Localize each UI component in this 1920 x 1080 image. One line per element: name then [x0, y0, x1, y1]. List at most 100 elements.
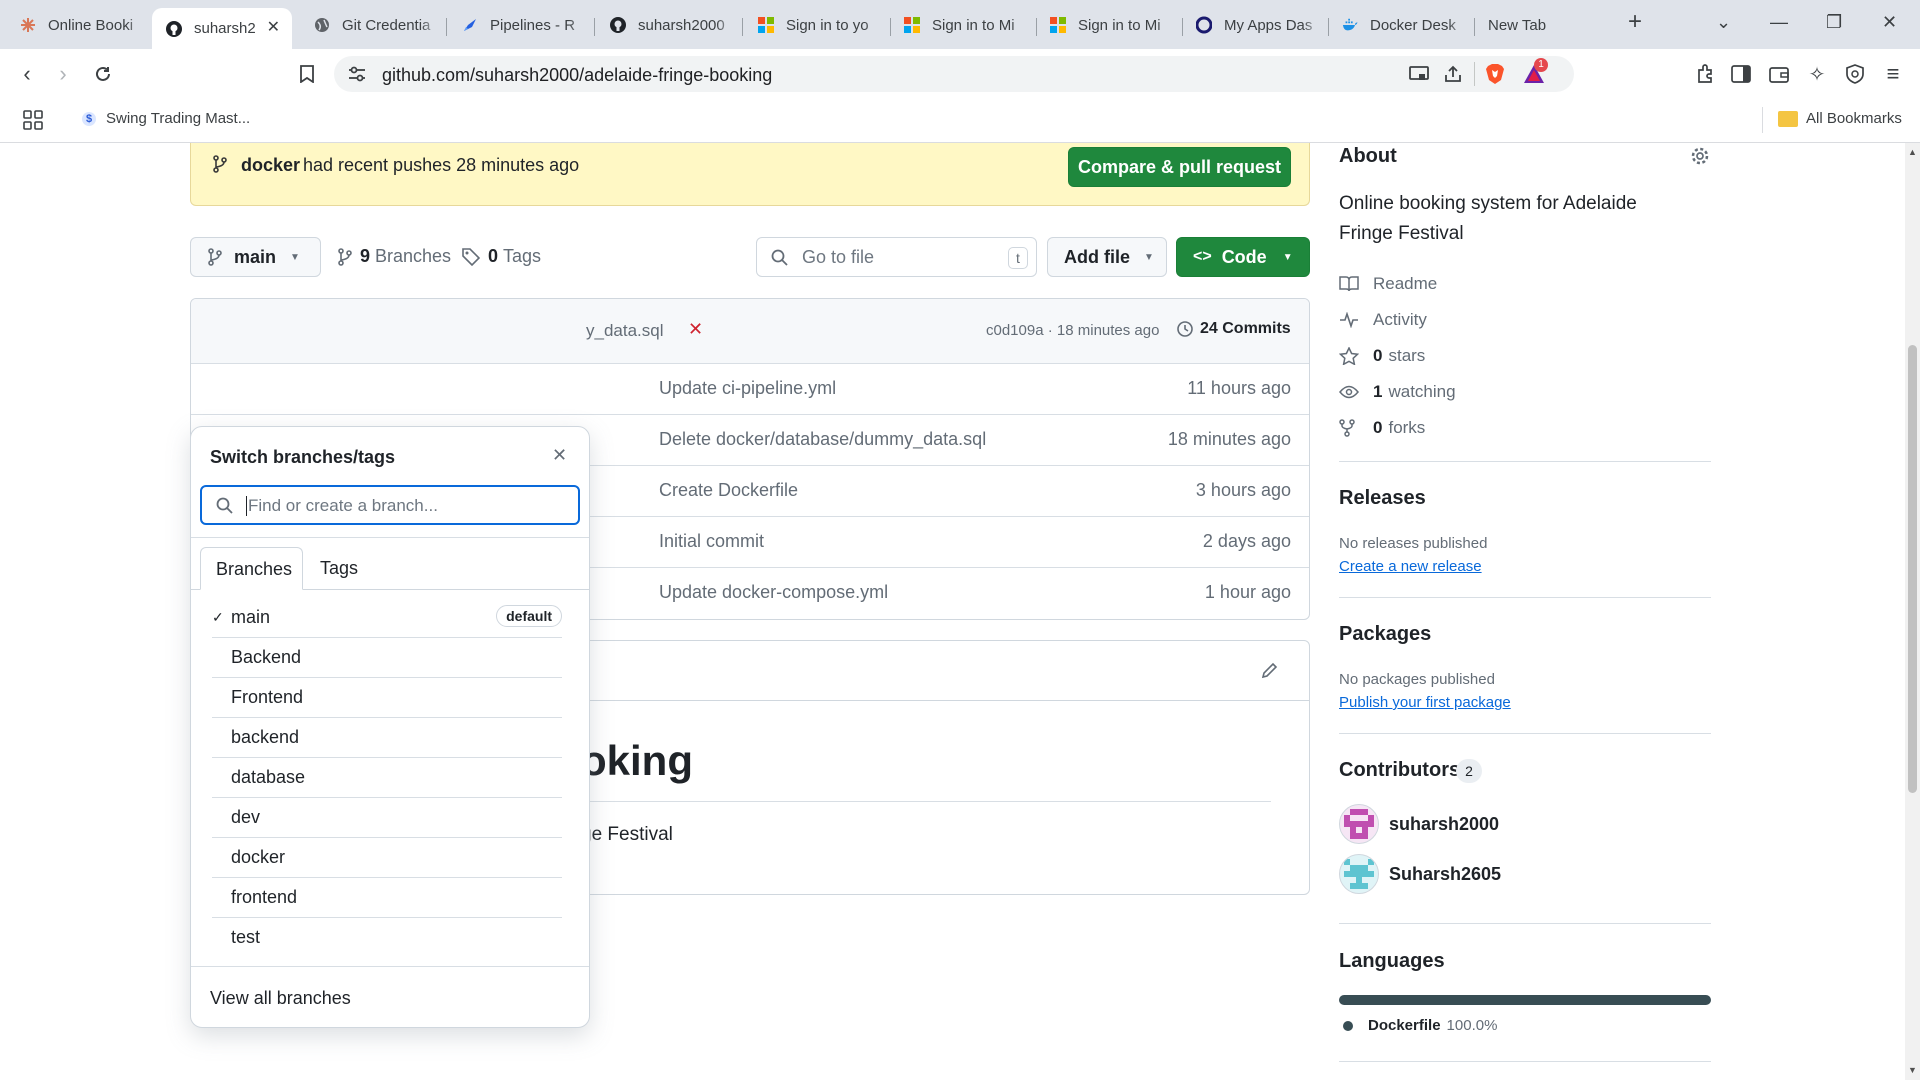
commit-message[interactable]: Initial commit — [659, 531, 764, 552]
commit-age: 2 days ago — [1202, 531, 1291, 551]
watching-link[interactable]: 1 watching — [1339, 382, 1456, 402]
commit-message[interactable]: Create Dockerfile — [659, 480, 798, 501]
scroll-down-arrow-icon[interactable]: ▼ — [1908, 1065, 1917, 1075]
check-icon: ✓ — [212, 609, 224, 625]
page-scrollbar[interactable]: ▲ ▼ — [1905, 143, 1920, 1080]
tags-link[interactable]: 0 Tags — [462, 246, 541, 267]
browser-tab[interactable]: Git Credentia — [300, 8, 440, 42]
tab-title: Git Credentia — [342, 16, 431, 34]
new-tab-button[interactable]: + — [1628, 8, 1642, 36]
default-badge: default — [496, 605, 562, 627]
contributor-item[interactable]: Suharsh2605 — [1339, 854, 1501, 894]
publish-package-link[interactable]: Publish your first package — [1339, 694, 1511, 711]
site-settings-icon[interactable] — [348, 65, 366, 83]
contributor-item[interactable]: suharsh2000 — [1339, 804, 1499, 844]
browser-tab[interactable]: Sign in to Mi — [1036, 8, 1176, 42]
branch-item-main[interactable]: ✓ main default — [212, 598, 562, 638]
commit-message[interactable]: Update ci-pipeline.yml — [659, 378, 836, 399]
all-bookmarks-button[interactable]: All Bookmarks — [1778, 110, 1902, 127]
share-icon[interactable] — [1442, 64, 1464, 84]
browser-tab[interactable]: Docker Desk — [1328, 8, 1468, 42]
close-tab-icon[interactable]: ✕ — [267, 17, 280, 37]
browser-tab[interactable]: My Apps Das — [1182, 8, 1322, 42]
branch-filter-input[interactable]: Find or create a branch... — [200, 485, 580, 525]
apps-grid-icon[interactable] — [22, 109, 44, 131]
branch-item[interactable]: backend — [212, 718, 562, 758]
tab-title: Docker Desk — [1370, 16, 1456, 34]
branch-item[interactable]: Backend — [212, 638, 562, 678]
table-row[interactable]: Update ci-pipeline.yml 11 hours ago — [191, 363, 1309, 414]
browser-tab[interactable]: Sign in to yo — [744, 8, 884, 42]
scrollbar-thumb[interactable] — [1908, 345, 1917, 793]
forward-arrow-icon[interactable]: › — [50, 61, 76, 87]
cast-icon[interactable] — [1408, 64, 1430, 84]
releases-heading[interactable]: Releases — [1339, 487, 1426, 510]
contributors-count: 2 — [1456, 759, 1482, 783]
branch-selector-button[interactable]: main ▼ — [190, 237, 321, 277]
branches-link[interactable]: 9 Branches — [338, 246, 451, 267]
brave-shield-icon[interactable] — [1484, 62, 1506, 86]
go-to-file-placeholder: Go to file — [802, 247, 875, 267]
readme-link[interactable]: Readme — [1339, 274, 1437, 294]
commit-message[interactable]: Delete docker/database/dummy_data.sql — [659, 429, 986, 450]
browser-tab[interactable]: Sign in to Mi — [890, 8, 1030, 42]
browser-tab[interactable]: New Tab — [1474, 8, 1614, 42]
forks-link[interactable]: 0 forks — [1339, 418, 1425, 438]
pencil-icon[interactable] — [1259, 659, 1281, 681]
commit-hash-time[interactable]: c0d109a · 18 minutes ago — [986, 322, 1159, 339]
tab-title: Sign in to yo — [786, 16, 869, 34]
tab-branches[interactable]: Branches — [200, 547, 303, 590]
go-to-file-input[interactable]: Go to file t — [756, 237, 1037, 277]
back-arrow-icon[interactable]: ‹ — [14, 61, 40, 87]
stars-link[interactable]: 0 stars — [1339, 346, 1425, 366]
close-icon[interactable]: ✕ — [552, 445, 567, 466]
browser-tab[interactable]: Pipelines - R — [448, 8, 588, 42]
caret-down-icon: ▼ — [1144, 251, 1154, 263]
language-item[interactable]: Dockerfile 100.0% — [1343, 1017, 1497, 1034]
bookmark-item[interactable]: $ Swing Trading Mast... — [82, 110, 250, 127]
code-button[interactable]: <> Code ▼ — [1176, 237, 1310, 277]
vpn-icon[interactable] — [1842, 61, 1868, 87]
language-bar — [1339, 995, 1711, 1005]
contributors-heading[interactable]: Contributors — [1339, 759, 1460, 782]
add-file-button[interactable]: Add file ▼ — [1047, 237, 1167, 277]
banner-branch[interactable]: docker — [241, 155, 300, 176]
tab-title: Online Booki — [48, 16, 134, 34]
packages-heading[interactable]: Packages — [1339, 623, 1431, 646]
create-release-link[interactable]: Create a new release — [1339, 558, 1482, 575]
browser-tab[interactable]: Online Booki — [6, 8, 146, 42]
extensions-icon[interactable] — [1692, 61, 1718, 87]
branch-item[interactable]: database — [212, 758, 562, 798]
wallet-icon[interactable] — [1766, 61, 1792, 87]
gear-icon[interactable] — [1689, 145, 1711, 167]
commits-link[interactable]: 24 Commits — [1176, 320, 1291, 338]
branch-item[interactable]: dev — [212, 798, 562, 838]
menu-icon[interactable]: ≡ — [1880, 61, 1906, 87]
brave-rewards-icon[interactable]: 1 — [1522, 58, 1548, 86]
branch-name: dev — [231, 807, 261, 827]
view-all-branches-link[interactable]: View all branches — [210, 988, 351, 1009]
status-failed-icon[interactable]: ✕ — [688, 319, 703, 340]
compare-pull-request-button[interactable]: Compare & pull request — [1068, 147, 1291, 187]
activity-link[interactable]: Activity — [1339, 310, 1427, 330]
branch-item[interactable]: frontend — [212, 878, 562, 918]
tab-tags[interactable]: Tags — [320, 558, 358, 579]
branch-item[interactable]: Frontend — [212, 678, 562, 718]
commit-message[interactable]: Update docker-compose.yml — [659, 582, 888, 603]
latest-commit-message[interactable]: y_data.sql — [586, 321, 664, 341]
browser-tab-active[interactable]: suharsh2 ✕ — [152, 8, 292, 49]
sidebar-toggle-icon[interactable] — [1728, 61, 1754, 87]
scroll-up-arrow-icon[interactable]: ▲ — [1908, 147, 1917, 157]
restore-button[interactable]: ❐ — [1826, 12, 1842, 33]
branch-item[interactable]: test — [212, 918, 562, 958]
address-bar[interactable]: github.com/suharsh2000/adelaide-fringe-b… — [334, 56, 1574, 92]
reload-icon[interactable] — [90, 61, 116, 87]
close-window-button[interactable]: ✕ — [1882, 12, 1897, 33]
browser-tab[interactable]: suharsh2000 — [596, 8, 736, 42]
readme-heading: oking — [581, 737, 693, 784]
minimize-button[interactable]: — — [1770, 12, 1788, 33]
branch-item[interactable]: docker — [212, 838, 562, 878]
leo-ai-icon[interactable]: ✧ — [1804, 61, 1830, 87]
bookmark-icon[interactable] — [294, 61, 320, 87]
tab-search-chevron-icon[interactable]: ⌄ — [1716, 12, 1731, 33]
